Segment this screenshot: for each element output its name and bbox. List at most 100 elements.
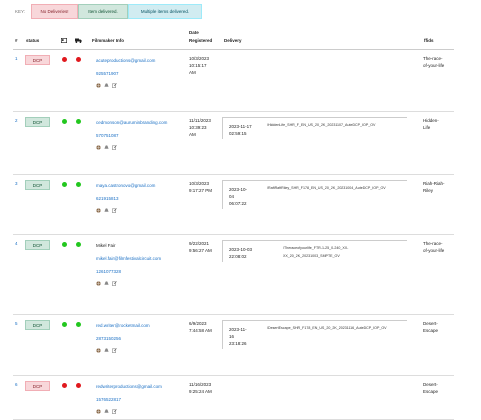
action-icons <box>96 83 117 88</box>
date-registered-line: 7:44:58 AM <box>189 328 212 333</box>
ffid-line: The-race- <box>423 241 443 246</box>
filmmaker-phone[interactable]: 925571907 <box>96 70 119 77</box>
hat-icon[interactable] <box>104 348 109 353</box>
filmmaker-email[interactable]: maya.castronovo@gmail.com <box>96 182 155 189</box>
hat-icon[interactable] <box>104 281 109 286</box>
ffid-line: Riley <box>423 188 434 193</box>
delivery-date-line: 02:59:15 <box>229 131 247 136</box>
date-registered-line: 10/3/2023 <box>189 56 210 61</box>
edit-icon[interactable] <box>112 145 117 150</box>
ffid-line: Desert- <box>423 321 438 326</box>
row-number[interactable]: 4 <box>15 240 18 247</box>
filmmaker-phone[interactable]: 1576522817 <box>96 396 121 403</box>
header-status: status <box>26 38 40 43</box>
filmmaker-phone[interactable]: 570751087 <box>96 132 119 139</box>
ffid-line: of-your-life <box>423 63 445 68</box>
delivery-status-dot <box>76 322 81 327</box>
status-badge: DCP <box>25 180 50 190</box>
date-registered-line: 10:39:23 <box>189 125 207 130</box>
filmmaker-phone[interactable]: 621915813 <box>96 195 119 202</box>
hat-icon[interactable] <box>104 409 109 414</box>
delivery-date-line: 23:18:26 <box>229 341 247 346</box>
row-number[interactable]: 3 <box>15 180 18 187</box>
profile-status-dot <box>62 383 67 388</box>
filmmaker-phone[interactable]: 1261077328 <box>96 268 121 275</box>
profile-status-dot <box>62 182 67 187</box>
filmmaker-email[interactable]: cedmonson@auruminbranding.com <box>96 119 167 126</box>
key-no-deliveries: No Deliveries! <box>31 4 79 19</box>
hat-icon[interactable] <box>104 83 109 88</box>
key-item-delivered: Item delivered. <box>78 4 129 19</box>
header-num: # <box>15 38 18 43</box>
table-row: 2 DCP cedmonson@auruminbranding.com 5707510… <box>13 112 454 175</box>
header-filmmaker-info: Filmmaker Info <box>92 38 125 43</box>
delivery-filename: /Theraceofyourlife_FTR-1-25_0-240_XX- <box>283 246 349 250</box>
date-registered-line: AM <box>189 70 196 75</box>
delivery-date-line: 2023-11- <box>229 327 247 332</box>
ffid-line: Life <box>423 125 431 130</box>
action-icons <box>96 348 117 353</box>
key-label: KEY: <box>15 9 26 14</box>
truck-icon <box>75 38 82 43</box>
status-badge: DCP <box>25 55 50 65</box>
delivery-cell: 2023-10-03 22:08:02/Theraceofyourlife_FTR… <box>222 240 407 262</box>
row-number[interactable]: 5 <box>15 320 18 327</box>
filmmaker-name: Mikel Fair <box>96 243 116 248</box>
header-date: Date <box>189 30 199 35</box>
profile-status-dot <box>62 57 67 62</box>
delivery-filename: /RaftRaftRiley_SHR_F178_EN_US_20_2K_2023… <box>267 186 386 190</box>
action-icons <box>96 208 117 213</box>
table-row: 4 DCP Mikel Fair mikel.fair@filmfestivalcir… <box>13 235 454 315</box>
delivery-status-dot <box>76 182 81 187</box>
profile-status-dot <box>62 119 67 124</box>
date-registered-line: 10/3/2023 <box>189 181 210 186</box>
globe-icon[interactable] <box>96 409 101 414</box>
delivery-status-dot <box>76 242 81 247</box>
row-number[interactable]: 1 <box>15 55 18 62</box>
edit-icon[interactable] <box>112 348 117 353</box>
row-number[interactable]: 6 <box>15 381 18 388</box>
globe-icon[interactable] <box>96 208 101 213</box>
profile-status-dot <box>62 242 67 247</box>
profile-status-dot <box>62 322 67 327</box>
delivery-filename: /HiddenLife_SHR_F_EN_US_20_2K_20231107_A… <box>267 123 376 127</box>
table-row: 6 DCP redwriterproductions@gmail.com 157652… <box>13 376 454 420</box>
delivery-date-line: 04 <box>229 194 235 199</box>
edit-icon[interactable] <box>112 208 117 213</box>
header-delivery: Delivery <box>224 38 242 43</box>
date-registered-line: 9/22/2021 <box>189 241 210 246</box>
row-number[interactable]: 2 <box>15 117 18 124</box>
key-multiple-delivered: Multiple items delivered. <box>128 4 203 19</box>
ffid-line: Desert- <box>423 382 438 387</box>
hat-icon[interactable] <box>104 208 109 213</box>
delivery-status-dot <box>76 383 81 388</box>
edit-icon[interactable] <box>112 83 117 88</box>
ffid-line: of-your-life <box>423 248 445 253</box>
globe-icon[interactable] <box>96 281 101 286</box>
header-registered: Registered <box>189 38 213 43</box>
edit-icon[interactable] <box>112 409 117 414</box>
filmmaker-email[interactable]: mikel.fair@filmfestivalcircuit.com <box>96 255 161 262</box>
delivery-cell: 2023-10- 04 06:07:22/RaftRaftRiley_SHR_F17… <box>222 180 407 209</box>
filmmaker-phone[interactable]: 2873150256 <box>96 335 121 342</box>
filmmaker-email[interactable]: red.writer@rocketmail.com <box>96 322 150 329</box>
delivery-date-line: 06:07:22 <box>229 201 247 206</box>
delivery-date-line: 16 <box>229 334 235 339</box>
globe-icon[interactable] <box>96 348 101 353</box>
hat-icon[interactable] <box>104 145 109 150</box>
id-card-icon <box>61 38 67 43</box>
date-registered-line: 11/11/2023 <box>189 118 211 123</box>
filmmaker-email[interactable]: acuteproductions@gmail.com <box>96 57 155 64</box>
delivery-filename: XX_20_2K_20231003_SMPTE_OV <box>283 254 340 258</box>
table-row: 5 DCP red.writer@rocketmail.com 2873150256 … <box>13 315 454 376</box>
globe-icon[interactable] <box>96 145 101 150</box>
delivery-cell: 2023-11- 16 23:18:26/DesertEscape_SHR_F178… <box>222 320 407 349</box>
filmmaker-email[interactable]: redwriterproductions@gmail.com <box>96 383 162 390</box>
globe-icon[interactable] <box>96 83 101 88</box>
action-icons <box>96 409 117 414</box>
date-registered-line: 11/16/2023 <box>189 382 212 387</box>
edit-icon[interactable] <box>112 281 117 286</box>
delivery-cell: 2023-11-17 02:59:15/HiddenLife_SHR_F_EN_U… <box>222 117 407 139</box>
table-row: 1 DCP acuteproductions@gmail.com 925571907 … <box>13 50 454 112</box>
ffid-line: Riah-Riah- <box>423 181 445 186</box>
